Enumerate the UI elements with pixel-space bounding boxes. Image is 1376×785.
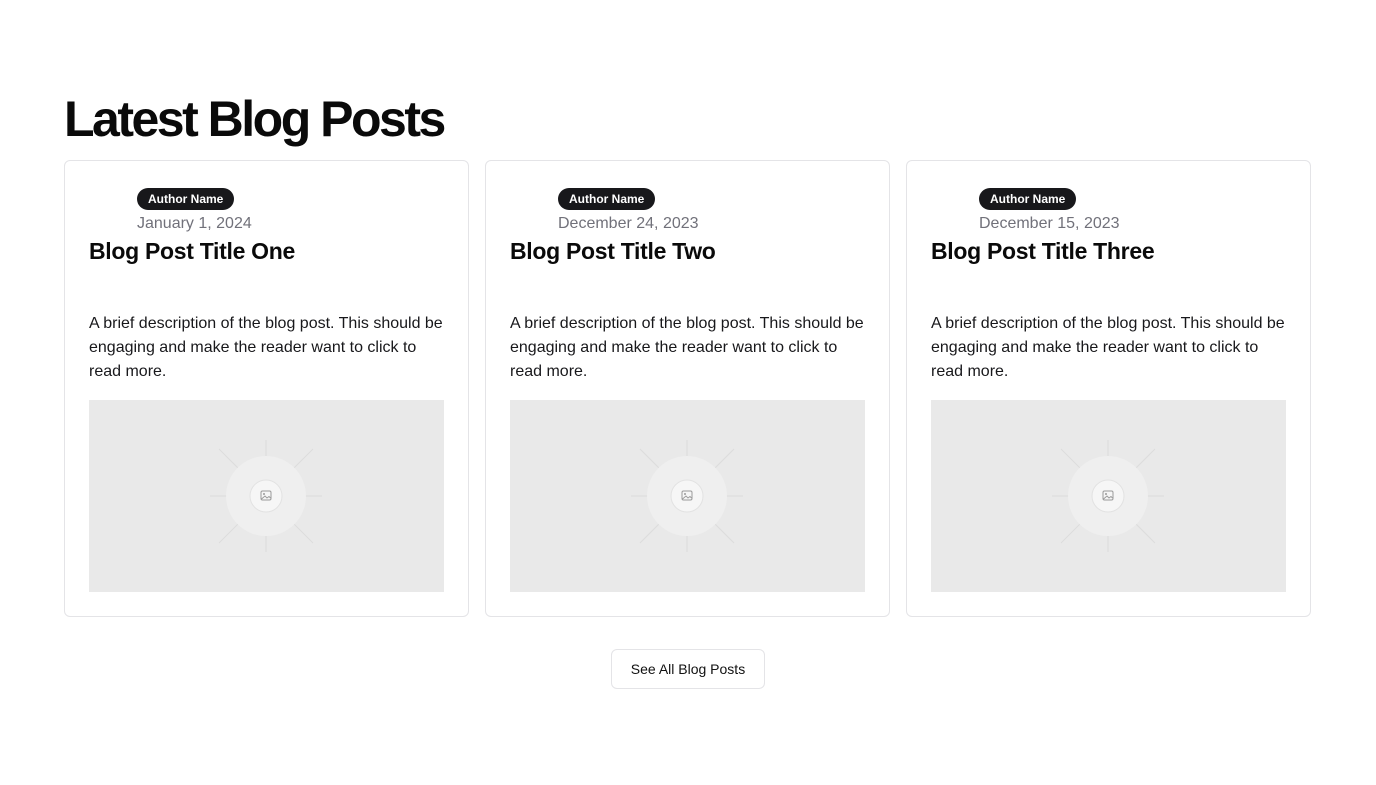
image-placeholder-icon	[631, 440, 743, 552]
blog-card[interactable]: Author Name December 15, 2023 Blog Post …	[906, 160, 1311, 617]
author-badge: Author Name	[137, 188, 235, 210]
post-image-placeholder[interactable]	[510, 400, 865, 592]
post-description: A brief description of the blog post. Th…	[89, 315, 443, 380]
see-all-posts-button[interactable]: See All Blog Posts	[611, 649, 765, 689]
post-image-placeholder[interactable]	[89, 400, 444, 592]
image-placeholder-icon	[1052, 440, 1164, 552]
post-title[interactable]: Blog Post Title Three	[931, 235, 1155, 267]
post-image-placeholder[interactable]	[931, 400, 1286, 592]
post-date: December 15, 2023	[979, 215, 1120, 232]
image-placeholder-icon	[210, 440, 322, 552]
post-meta: Author Name January 1, 2024	[137, 188, 252, 235]
post-title[interactable]: Blog Post Title One	[89, 235, 295, 267]
blog-card-list: Author Name January 1, 2024 Blog Post Ti…	[64, 160, 1312, 617]
author-badge: Author Name	[558, 188, 656, 210]
post-description: A brief description of the blog post. Th…	[931, 315, 1285, 380]
post-date: January 1, 2024	[137, 215, 252, 232]
author-badge: Author Name	[979, 188, 1077, 210]
post-description: A brief description of the blog post. Th…	[510, 315, 864, 380]
blog-card[interactable]: Author Name January 1, 2024 Blog Post Ti…	[64, 160, 469, 617]
post-title[interactable]: Blog Post Title Two	[510, 235, 716, 267]
section-title: Latest Blog Posts	[64, 91, 446, 147]
post-meta: Author Name December 15, 2023	[979, 188, 1120, 235]
blog-card[interactable]: Author Name December 24, 2023 Blog Post …	[485, 160, 890, 617]
blog-section: Latest Blog Posts Author Name January 1,…	[0, 0, 1376, 785]
post-meta: Author Name December 24, 2023	[558, 188, 699, 235]
post-date: December 24, 2023	[558, 215, 699, 232]
